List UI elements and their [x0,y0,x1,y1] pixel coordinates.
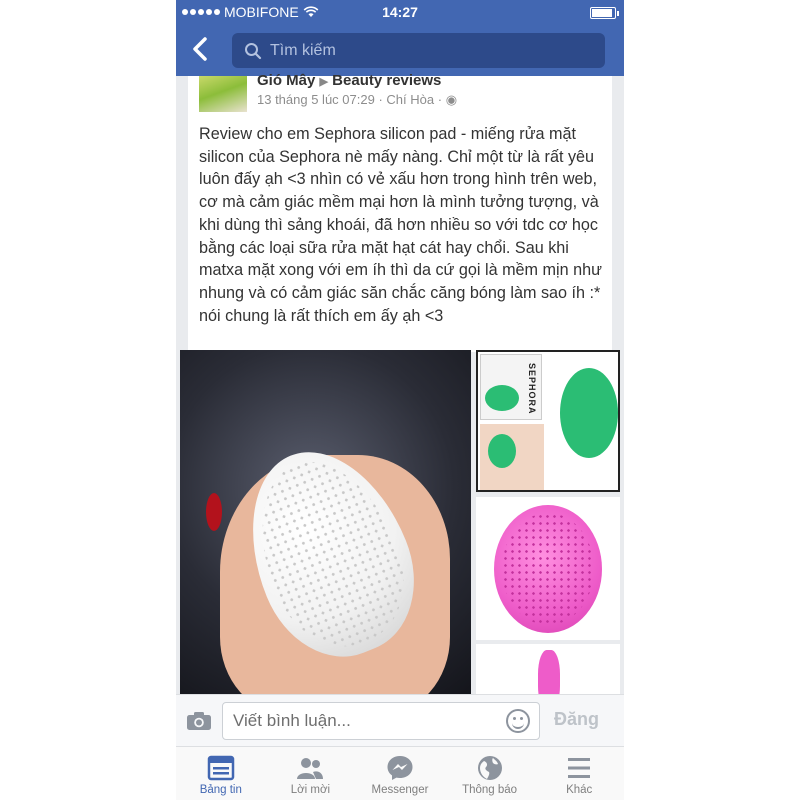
tab-notifications[interactable]: Thông báo [445,747,535,800]
tab-messenger[interactable]: Messenger [355,747,445,800]
post-meta: 13 tháng 5 lúc 07:29 · Chí Hòa · ◉ [257,92,458,107]
battery-icon [590,7,619,19]
tab-label: Lời mời [290,784,331,796]
comment-bar: Đăng [176,694,624,746]
green-pad-small [485,385,519,411]
fingernail-shape [206,493,222,531]
camera-icon[interactable] [186,711,212,731]
post-photo-pink[interactable] [476,497,620,640]
author-name[interactable]: Gió Mây [257,72,315,89]
tab-news-feed[interactable]: Bảng tin [176,747,266,800]
tab-label: Thông báo [462,784,518,796]
menu-icon [568,758,591,778]
emoji-icon[interactable] [506,709,530,733]
post-comment-button[interactable]: Đăng [554,709,599,730]
comment-input[interactable] [222,702,540,740]
post-header: Gió Mây ▶ Beauty reviews [257,72,441,89]
tab-label: Messenger [371,784,429,796]
globe-icon [477,756,502,780]
search-icon [245,42,262,59]
status-bar: MOBIFONE 14:27 [176,0,624,26]
post-body: Review cho em Sephora silicon pad - miến… [199,125,602,325]
post-timestamp[interactable]: 13 tháng 5 lúc 07:29 [257,92,375,107]
friend-requests-icon [297,758,324,779]
group-name[interactable]: Beauty reviews [332,72,441,89]
news-feed-icon [207,755,235,781]
product-box: SEPHORA [480,354,542,420]
post-photo-main[interactable] [180,350,471,694]
triangle-right-icon: ▶ [319,76,328,88]
pink-silicon-pad [494,505,602,633]
globe-privacy-icon: ◉ [445,92,458,107]
messenger-icon [387,756,413,780]
post-location[interactable]: Chí Hòa [386,92,434,107]
tab-label: Khác [566,784,593,796]
nav-bar: Tìm kiếm [176,26,624,76]
post-photo-pink-side[interactable] [476,644,620,694]
chevron-left-icon [193,37,207,61]
tab-more[interactable]: Khác [534,747,624,800]
phone-screen: MOBIFONE 14:27 Tìm kiếm Gió Mây ▶ Beauty… [176,0,624,800]
pink-pad-side-view [538,650,560,694]
post-card: Gió Mây ▶ Beauty reviews 13 tháng 5 lúc … [188,72,612,352]
tab-friend-requests[interactable]: Lời mời [266,747,356,800]
back-button[interactable] [190,36,216,66]
tab-label: Bảng tin [199,784,242,796]
post-photo-product[interactable]: SEPHORA [476,350,620,492]
green-pad-large [560,368,618,458]
tab-bar: Bảng tin Lời mời Messenger Thông báo Khá… [176,746,624,800]
hand-with-pad [480,424,544,490]
avatar[interactable] [199,76,247,112]
clock: 14:27 [382,4,418,20]
search-placeholder: Tìm kiếm [270,41,336,59]
search-input[interactable]: Tìm kiếm [232,33,605,68]
brand-label: SEPHORA [527,363,537,415]
